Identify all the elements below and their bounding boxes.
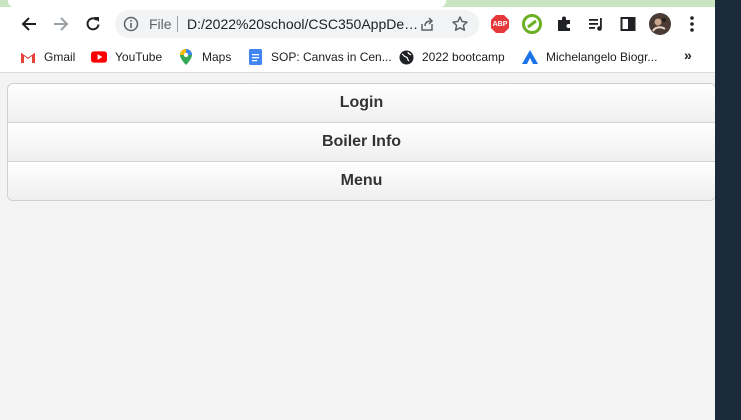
bookmark-label: 2022 bootcamp [422, 50, 505, 64]
kebab-menu-icon [690, 16, 694, 32]
url-text[interactable]: D:/2022%20school/CSC350AppDe… [187, 16, 417, 32]
bookmark-gmail[interactable]: Gmail [20, 48, 75, 66]
info-icon[interactable] [123, 16, 139, 32]
reload-button[interactable] [80, 11, 106, 37]
bookmarks-bar: Gmail YouTube Maps SOP: Canvas in Cen...… [0, 42, 715, 73]
bookmark-sop-canvas[interactable]: SOP: Canvas in Cen... [247, 48, 392, 66]
globe-icon [398, 49, 414, 65]
forward-arrow-icon [54, 17, 69, 31]
media-control-button[interactable] [585, 13, 607, 35]
browser-menu-button[interactable] [681, 13, 703, 35]
gmail-icon [20, 49, 36, 65]
triangle-logo-icon [522, 49, 538, 65]
boiler-info-button[interactable]: Boiler Info [8, 122, 715, 161]
menu-button[interactable]: Menu [8, 161, 715, 200]
bookmark-star-icon[interactable] [451, 15, 469, 33]
bookmark-label: Michelangelo Biogr... [546, 50, 658, 64]
bookmark-label: YouTube [115, 50, 163, 64]
green-extension-button[interactable] [521, 13, 543, 35]
share-icon[interactable] [419, 16, 435, 32]
docs-icon [247, 49, 263, 65]
browser-window: File D:/2022%20school/CSC350AppDe… ABP G… [0, 0, 715, 420]
bookmark-maps[interactable]: Maps [178, 48, 231, 66]
address-bar[interactable]: File D:/2022%20school/CSC350AppDe… [115, 10, 479, 38]
side-panel-icon [620, 17, 636, 31]
login-button[interactable]: Login [8, 84, 715, 122]
avatar [649, 13, 671, 35]
browser-toolbar: File D:/2022%20school/CSC350AppDe… ABP [0, 7, 715, 42]
back-button[interactable] [16, 11, 42, 37]
maps-pin-icon [178, 49, 194, 65]
page-content: Login Boiler Info Menu [0, 73, 715, 420]
bookmark-label: Gmail [44, 50, 76, 64]
reload-icon [86, 17, 100, 31]
menu-list: Login Boiler Info Menu [7, 83, 715, 201]
active-tab[interactable] [8, 0, 446, 7]
puzzle-piece-icon [558, 16, 570, 31]
bookmark-label: SOP: Canvas in Cen... [271, 50, 392, 64]
bookmark-michelangelo[interactable]: Michelangelo Biogr... [522, 48, 657, 66]
forward-button[interactable] [48, 11, 74, 37]
adblock-extension-button[interactable]: ABP [489, 13, 511, 35]
back-arrow-icon [21, 17, 36, 31]
bookmarks-overflow-button[interactable]: » [684, 47, 692, 63]
extensions-button[interactable] [553, 13, 575, 35]
youtube-icon [91, 49, 107, 65]
scheme-label: File [149, 16, 172, 32]
bookmark-label: Maps [202, 50, 232, 64]
bookmark-2022-bootcamp[interactable]: 2022 bootcamp [398, 48, 505, 66]
tab-strip [0, 0, 715, 7]
omnibox-separator [177, 16, 178, 32]
adblock-label: ABP [492, 20, 508, 28]
media-queue-icon [589, 18, 602, 31]
bookmark-youtube[interactable]: YouTube [91, 48, 162, 66]
side-panel-button[interactable] [617, 13, 639, 35]
green-refresh-extension-icon [522, 14, 542, 34]
profile-button[interactable] [649, 13, 671, 35]
